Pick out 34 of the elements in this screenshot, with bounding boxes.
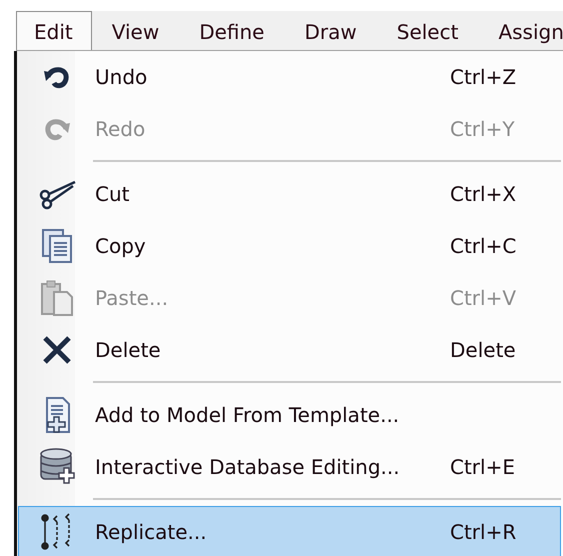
shortcut-label: Ctrl+C [450,234,518,258]
clipboard-icon [40,279,74,317]
menu-item-label: Add to Model From Template... [95,403,400,427]
delete-x-icon [41,335,73,365]
menu-bar-item[interactable]: Edit [16,11,92,50]
shortcut-label: Ctrl+R [450,520,518,544]
menu-item[interactable]: Replicate... Ctrl+R [18,506,561,556]
menu-bar-item[interactable]: Select [376,11,478,50]
menu-item-label: Replicate... [95,520,208,544]
menu-bar-item[interactable]: View [92,11,180,50]
shortcut-label: Ctrl+Z [450,65,518,89]
copy-pages-icon [41,228,73,264]
shortcut-label: Ctrl+X [450,182,518,206]
shortcut-label: Ctrl+Y [450,117,516,141]
menu-bar-item[interactable]: Assign [478,11,563,50]
shortcut-label: Delete [450,338,517,362]
shortcut-label: Ctrl+E [450,455,516,479]
menu-item-label: Copy [95,234,147,258]
menu-item-label: Delete [95,338,162,362]
menu-item[interactable]: Undo Ctrl+Z [18,51,561,103]
menu-item[interactable]: Copy Ctrl+C [18,220,561,272]
menu-bar-item[interactable]: Define [179,11,284,50]
menu-item[interactable]: Interactive Database Editing... Ctrl+E [18,441,561,493]
shortcut-label: Ctrl+V [450,286,518,310]
menu-item-label: Cut [95,182,130,206]
menu-item[interactable]: Cut Ctrl+X [18,168,561,220]
menu-item-label: Undo [95,65,148,89]
menu-item[interactable]: Add to Model From Template... [18,389,561,441]
menu-bar-item[interactable]: Draw [284,11,377,50]
scissors-icon [37,178,77,210]
menu-item[interactable]: Delete Delete [18,324,561,376]
menu-item-label: Interactive Database Editing... [95,455,401,479]
menu-item-label: Redo [95,117,146,141]
menu-item-label: Paste... [95,286,170,310]
